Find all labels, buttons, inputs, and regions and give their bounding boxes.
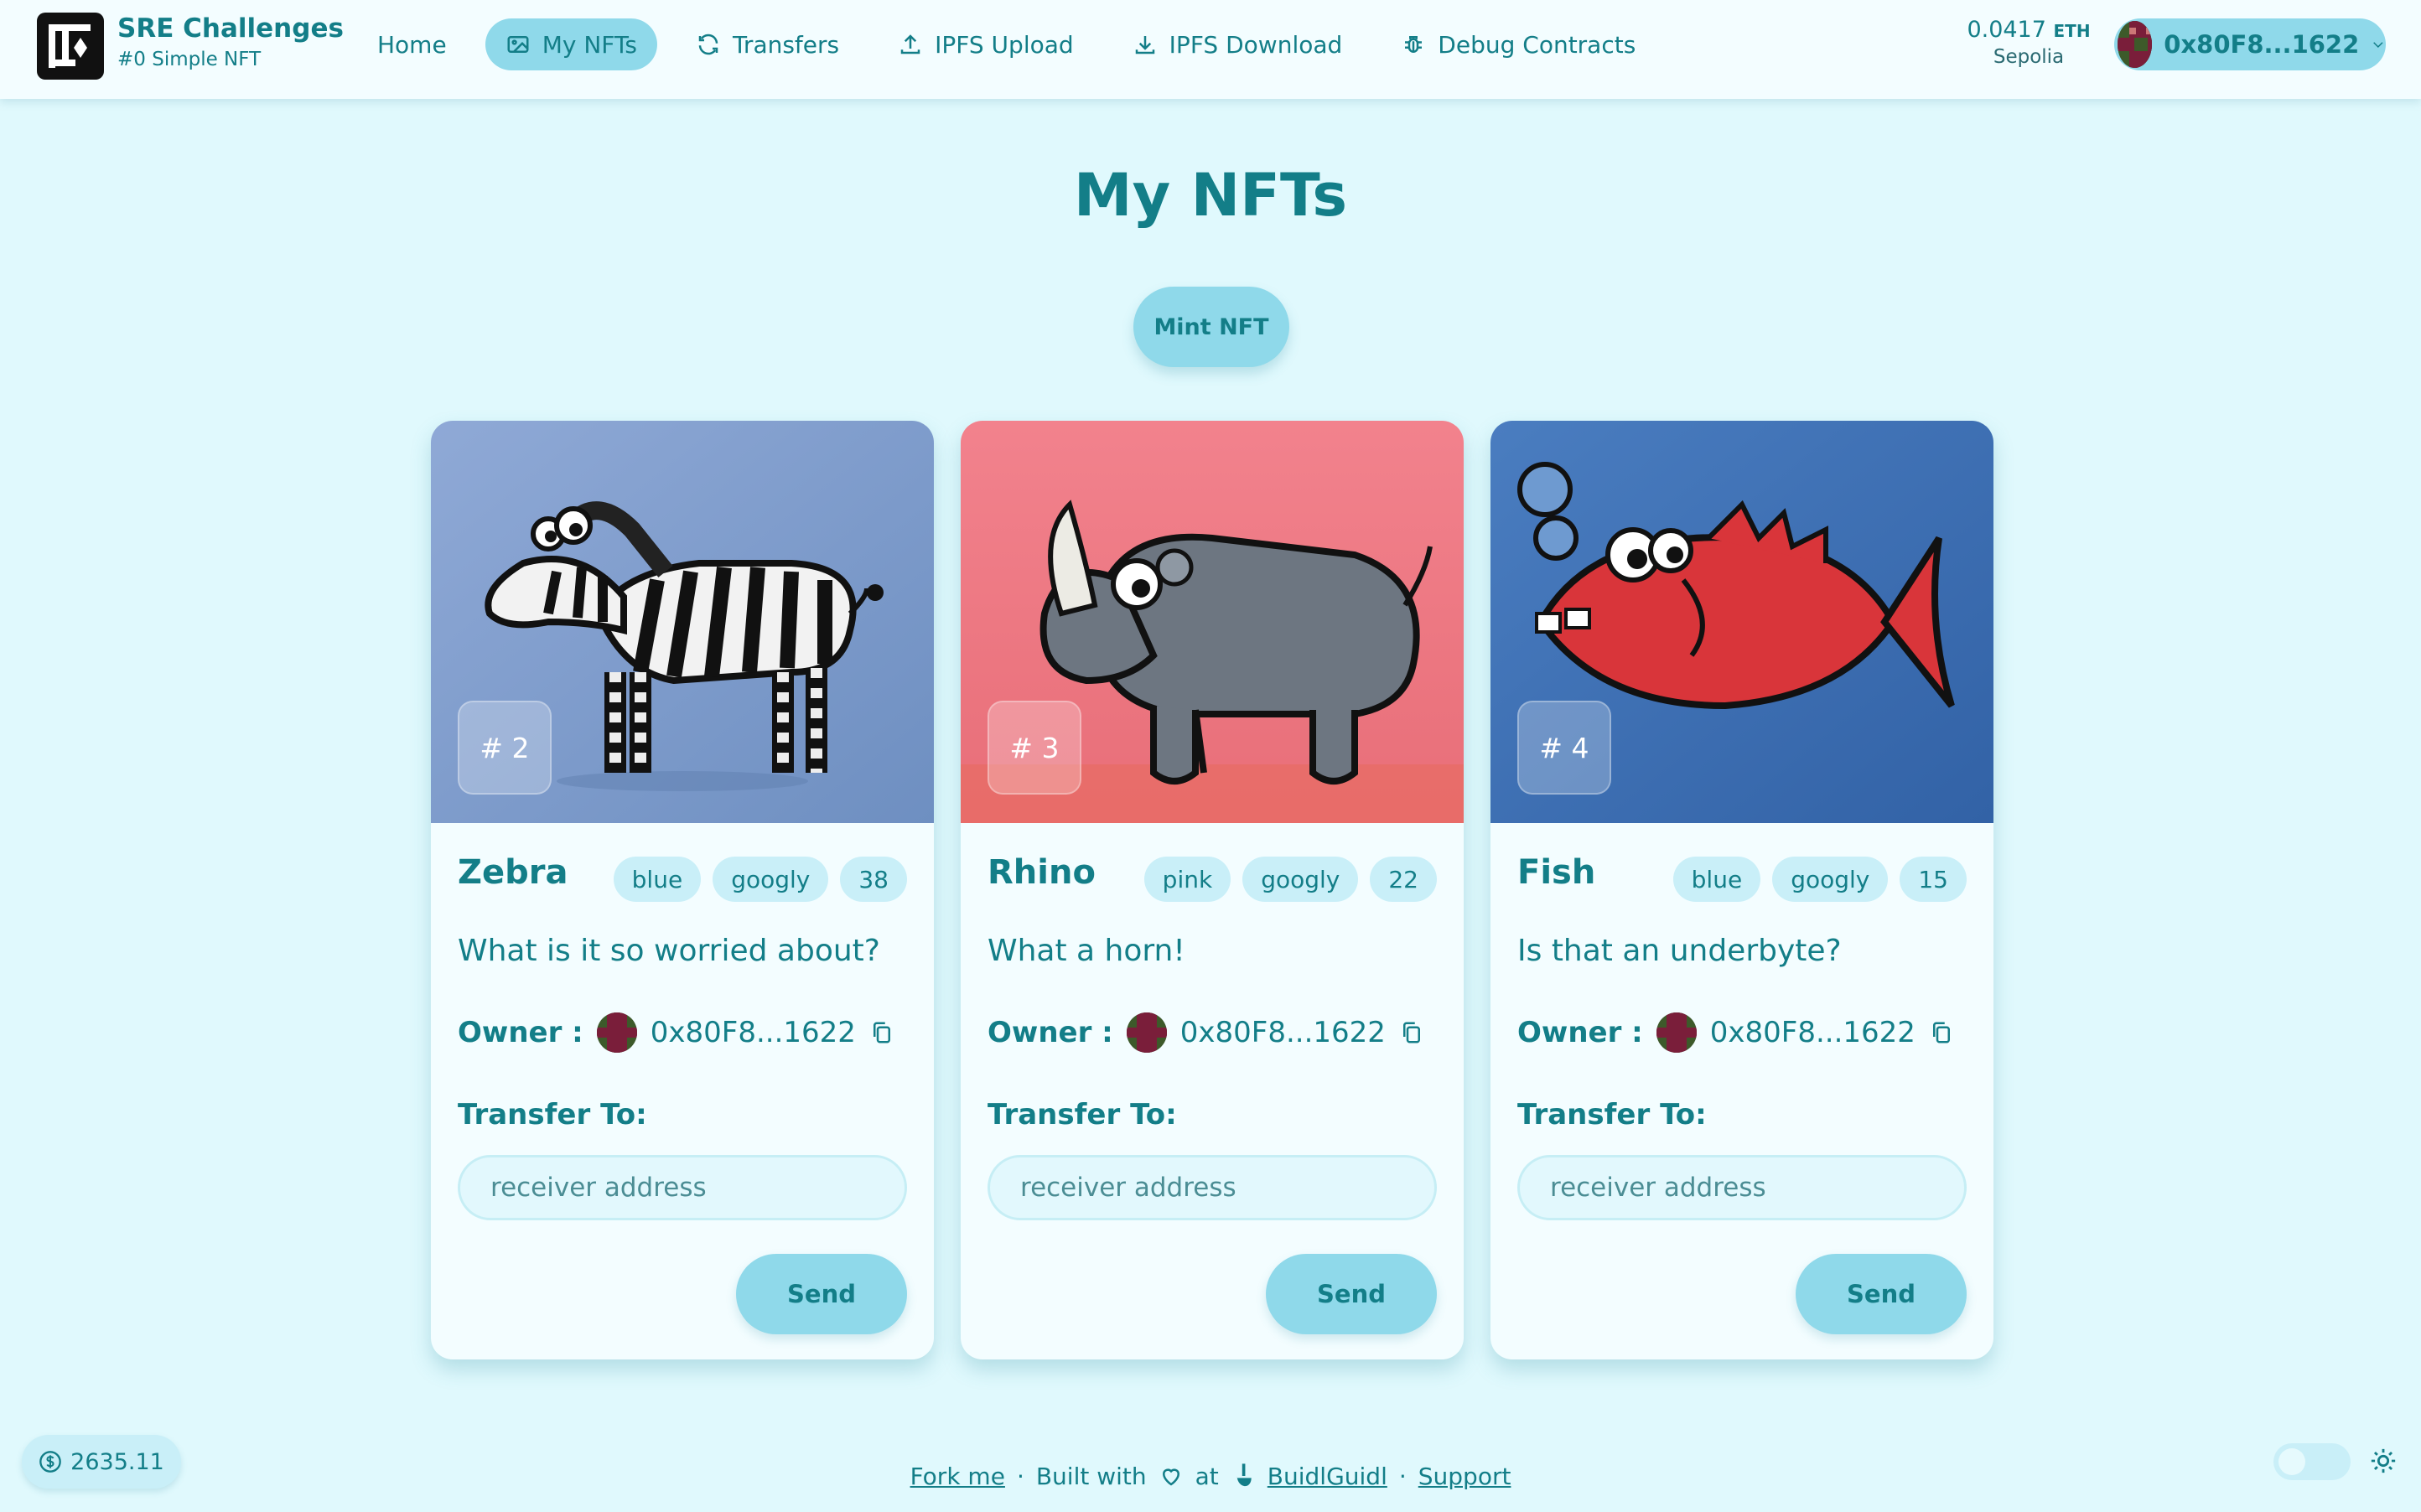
account-address: 0x80F8...1622	[2164, 30, 2360, 59]
heart-icon	[1162, 1468, 1179, 1486]
owner-address[interactable]: 0x80F8...1622	[1180, 1016, 1386, 1049]
owner-address[interactable]: 0x80F8...1622	[1710, 1016, 1916, 1049]
nav-debug-contracts-label: Debug Contracts	[1438, 30, 1636, 59]
send-button[interactable]: Send	[736, 1254, 907, 1334]
nav-my-nfts[interactable]: My NFTs	[485, 18, 657, 70]
buidlguidl-icon	[1236, 1463, 1252, 1487]
nav-my-nfts-label: My NFTs	[542, 30, 637, 59]
theme-toggle[interactable]	[2273, 1443, 2351, 1480]
nav-ipfs-upload-label: IPFS Upload	[935, 30, 1074, 59]
buidlguidl-link[interactable]: BuidlGuidl	[1268, 1463, 1387, 1490]
nav-ipfs-download[interactable]: IPFS Download	[1112, 18, 1363, 70]
nft-card: # 2 Zebra blue googly 38 What is it so w…	[431, 421, 934, 1359]
attribute-chip: googly	[1772, 857, 1889, 902]
support-link[interactable]: Support	[1418, 1463, 1511, 1490]
copy-icon[interactable]	[869, 1019, 894, 1046]
top-navbar: SRE Challenges #0 Simple NFT Home My NFT…	[0, 0, 2421, 99]
nft-name: Fish	[1517, 853, 1596, 892]
owner-avatar	[1126, 1012, 1167, 1053]
mint-nft-button[interactable]: Mint NFT	[1133, 287, 1289, 367]
download-icon	[1135, 36, 1154, 54]
nft-description: What is it so worried about?	[458, 934, 880, 968]
bug-icon	[1405, 36, 1423, 53]
owner-label: Owner :	[988, 1016, 1113, 1049]
attribute-chips: blue googly 38	[613, 857, 907, 902]
owner-avatar	[1656, 1012, 1697, 1053]
owner-label: Owner :	[1517, 1016, 1643, 1049]
attribute-chip: 38	[840, 857, 907, 902]
fork-me-link[interactable]: Fork me	[910, 1463, 1005, 1490]
token-id-badge: # 2	[458, 701, 552, 795]
account-dropdown-button[interactable]: 0x80F8...1622	[2114, 18, 2386, 70]
send-button[interactable]: Send	[1796, 1254, 1967, 1334]
owner-row: Owner : 0x80F8...1622	[1517, 1012, 1954, 1053]
attribute-chip: googly	[713, 857, 829, 902]
network-name: Sepolia	[1993, 46, 2065, 68]
attribute-chip: 22	[1370, 857, 1437, 902]
attribute-chip: blue	[613, 857, 702, 902]
wallet-balance: 0.0417 ETH Sepolia	[1953, 17, 2104, 68]
balance-unit: ETH	[2053, 21, 2091, 41]
page-title: My NFTs	[1073, 161, 1348, 230]
nft-name: Rhino	[988, 853, 1096, 892]
logo[interactable]	[37, 13, 104, 80]
image-icon	[507, 36, 529, 53]
nav-debug-contracts[interactable]: Debug Contracts	[1381, 18, 1656, 70]
nft-description: Is that an underbyte?	[1517, 934, 1842, 968]
nft-description: What a horn!	[988, 934, 1185, 968]
built-with-text: Built with	[1035, 1462, 1147, 1490]
owner-row: Owner : 0x80F8...1622	[458, 1012, 894, 1053]
chevron-down-icon	[2373, 42, 2383, 48]
owner-label: Owner :	[458, 1016, 583, 1049]
nav-home[interactable]: Home	[357, 18, 467, 70]
balance-amount: 0.0417	[1967, 17, 2046, 43]
receiver-address-input[interactable]	[1517, 1155, 1967, 1220]
at-text: at	[1195, 1462, 1219, 1490]
attribute-chip: pink	[1143, 857, 1231, 902]
token-id-badge: # 3	[988, 701, 1081, 795]
nft-name: Zebra	[458, 853, 568, 892]
footer-separator: ·	[1398, 1462, 1407, 1490]
owner-address[interactable]: 0x80F8...1622	[651, 1016, 856, 1049]
avatar	[2118, 21, 2153, 68]
brand-subtitle: #0 Simple NFT	[117, 49, 262, 70]
copy-icon[interactable]	[1399, 1019, 1424, 1046]
nav-transfers-label: Transfers	[732, 30, 840, 59]
footer-separator: ·	[1016, 1462, 1024, 1490]
upload-icon	[900, 34, 920, 54]
nav-home-label: Home	[377, 30, 447, 59]
nav-ipfs-download-label: IPFS Download	[1169, 30, 1343, 59]
attribute-chips: blue googly 15	[1672, 857, 1967, 902]
owner-row: Owner : 0x80F8...1622	[988, 1012, 1424, 1053]
owner-avatar	[596, 1012, 637, 1053]
nft-card: # 4 Fish blue googly 15 Is that an under…	[1490, 421, 1993, 1359]
nav-transfers[interactable]: Transfers	[676, 18, 859, 70]
sun-icon	[2371, 1448, 2396, 1473]
refresh-icon	[698, 34, 718, 55]
scaffold-logo-icon	[49, 24, 91, 68]
main-nav: Home My NFTs Transfers IPFS Upload IPFS …	[357, 18, 1656, 70]
send-button[interactable]: Send	[1266, 1254, 1437, 1334]
footer: Fork me · Built with at BuidlGuidl · Sup…	[0, 1462, 2421, 1490]
receiver-address-input[interactable]	[988, 1155, 1437, 1220]
token-id-badge: # 4	[1517, 701, 1611, 795]
toggle-knob	[2278, 1448, 2305, 1475]
brand-title: SRE Challenges	[117, 13, 344, 44]
transfer-to-label: Transfer To:	[458, 1098, 647, 1131]
receiver-address-input[interactable]	[458, 1155, 907, 1220]
attribute-chips: pink googly 22	[1143, 857, 1437, 902]
nft-card: # 3 Rhino pink googly 22 What a horn! Ow…	[961, 421, 1464, 1359]
transfer-to-label: Transfer To:	[1517, 1098, 1707, 1131]
transfer-to-label: Transfer To:	[988, 1098, 1177, 1131]
copy-icon[interactable]	[1929, 1019, 1954, 1046]
nav-ipfs-upload[interactable]: IPFS Upload	[878, 18, 1094, 70]
attribute-chip: googly	[1242, 857, 1359, 902]
attribute-chip: blue	[1672, 857, 1761, 902]
attribute-chip: 15	[1900, 857, 1967, 902]
